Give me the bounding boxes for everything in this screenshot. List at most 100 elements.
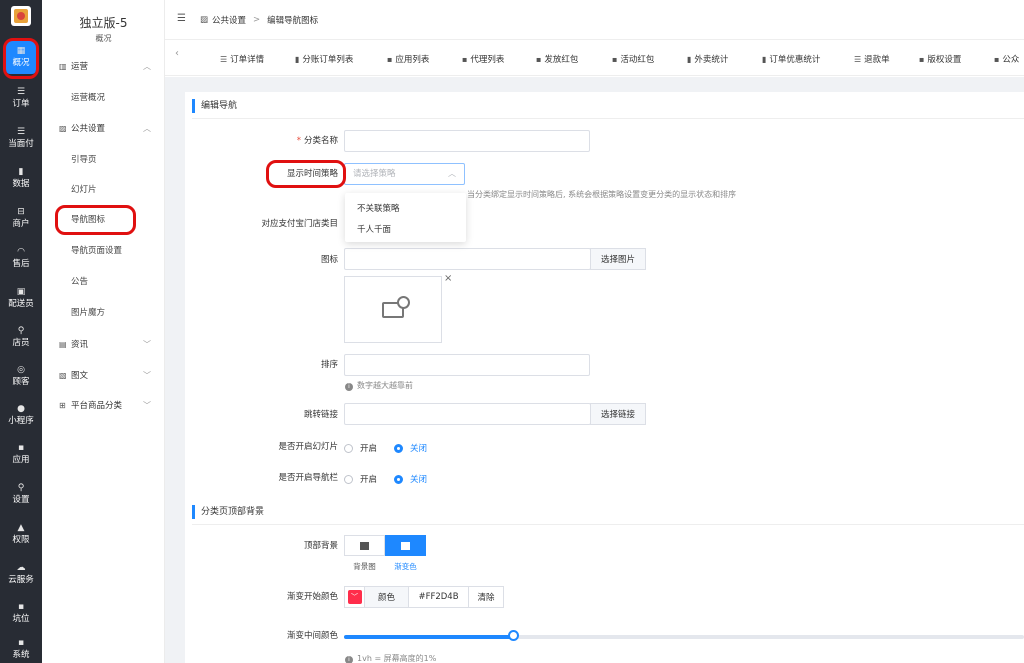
wechat-icon: ▪	[994, 54, 1000, 64]
store-icon: ⊟	[17, 206, 25, 217]
rail-item-orders[interactable]: ☰ 订单	[0, 79, 42, 117]
list-icon: ☰	[16, 126, 26, 137]
image-preview[interactable]	[344, 276, 442, 343]
redpacket-icon: ▪	[536, 54, 542, 64]
rail-item-permission[interactable]: ▲ 权限	[0, 515, 42, 553]
rail-item-settings[interactable]: ⚲ 设置	[0, 475, 42, 513]
chevron-left-icon[interactable]: ‹	[175, 48, 179, 59]
tab-public-account[interactable]: ▪ 公众	[994, 53, 1019, 66]
bg-gradient-option[interactable]	[385, 535, 426, 556]
navbar-on-radio[interactable]: 开启	[344, 473, 377, 485]
rail-item-slot[interactable]: ▪ 坑位	[0, 594, 42, 632]
tab-copyright[interactable]: ▪ 版权设置	[919, 53, 961, 66]
strategy-option-none[interactable]: 不关联策略	[357, 202, 400, 214]
slides-on-radio[interactable]: 开启	[344, 442, 377, 454]
tab-send-redpacket[interactable]: ▪ 发放红包	[536, 53, 578, 66]
article-icon: ▧	[59, 370, 67, 380]
rail-item-clerk[interactable]: ⚲ 店员	[0, 318, 42, 356]
sidebar-item-ops-overview[interactable]: 运营概况	[71, 91, 105, 105]
rail-item-system[interactable]: ▪ 系统	[0, 630, 42, 663]
navbar-toggle-label: 是否开启导航栏	[278, 473, 338, 483]
highlight-nav-icon	[55, 205, 136, 235]
color-swatch[interactable]: ﹀	[345, 587, 365, 607]
rail-item-courier[interactable]: ▣ 配送员	[0, 279, 42, 317]
choose-image-button[interactable]: 选择图片	[590, 248, 646, 270]
rail-item-data[interactable]: ▮ 数据	[0, 159, 42, 197]
tab-takeout-stats[interactable]: ▮ 外卖统计	[687, 53, 728, 66]
link-input[interactable]	[344, 403, 591, 425]
slides-off-radio[interactable]: 关闭	[394, 442, 427, 454]
icon-url-input[interactable]	[344, 248, 591, 270]
sidebar-item-nav-page[interactable]: 导航页面设置	[71, 244, 122, 258]
slides-toggle-label: 是否开启幻灯片	[278, 442, 338, 452]
app-logo	[11, 6, 31, 26]
sidebar-group-public[interactable]: ▨ 公共设置 ︿	[59, 120, 151, 136]
strategy-hint: 当分类绑定显示时间策略后, 系统会根据策略设置变更分类的显示状态和排序	[467, 190, 737, 199]
breadcrumb-public[interactable]: 公共设置	[212, 14, 246, 26]
users-icon: ⚲	[17, 325, 25, 336]
divider	[192, 118, 1024, 119]
gradient-middle-slider[interactable]	[344, 635, 1024, 639]
slider-handle[interactable]	[508, 630, 519, 641]
name-label: * 分类名称	[296, 136, 338, 146]
apps-grid-icon: ▪	[387, 54, 393, 64]
alipay-category-label: 对应支付宝门店类目	[261, 219, 338, 229]
bar-chart-icon: ▮	[18, 166, 24, 177]
chevron-up-icon: ︿	[448, 169, 456, 178]
navbar-off-radio[interactable]: 关闭	[394, 473, 427, 485]
sidebar-group-ops[interactable]: ▥ 运营 ︿	[59, 58, 151, 74]
top-bg-toggle	[344, 535, 426, 556]
close-icon[interactable]: ×	[444, 273, 452, 284]
tab-activity-redpacket[interactable]: ▪ 活动红包	[612, 53, 654, 66]
section-title-edit-nav: 编辑导航	[192, 99, 237, 113]
sidebar-item-slides[interactable]: 幻灯片	[71, 183, 97, 197]
tab-order-detail[interactable]: ☰ 订单详情	[220, 53, 264, 66]
sort-input[interactable]	[344, 354, 590, 376]
rail-item-miniapp[interactable]: ● 小程序	[0, 396, 42, 434]
bg-image-option[interactable]	[344, 535, 385, 556]
grid-icon: ⊞	[59, 400, 66, 410]
sidebar-group-article[interactable]: ▧ 图文 ﹀	[59, 367, 151, 383]
news-icon: ▤	[59, 339, 67, 349]
breadcrumb: ▨ 公共设置 > 编辑导航图标	[200, 14, 319, 26]
image-icon	[360, 541, 369, 550]
redpacket-icon: ▪	[612, 54, 618, 64]
sidebar-item-notice[interactable]: 公告	[71, 275, 88, 289]
choose-link-button[interactable]: 选择链接	[590, 403, 646, 425]
image-icon: ▨	[59, 123, 67, 133]
collapse-menu-icon[interactable]: ☰	[177, 13, 186, 24]
chevron-up-icon: ︿	[143, 123, 151, 133]
rail-item-aftersale[interactable]: ◠ 售后	[0, 239, 42, 277]
rail-item-facepay[interactable]: ☰ 当面付	[0, 119, 42, 157]
tab-split-orders[interactable]: ▮ 分账订单列表	[295, 53, 353, 66]
chevron-up-icon: ︿	[143, 61, 151, 71]
bar-chart-icon: ▮	[762, 54, 767, 64]
cloud-icon: ☁	[16, 562, 26, 573]
tab-app-list[interactable]: ▪ 应用列表	[387, 53, 429, 66]
vh-hint: i 1vh = 屏幕高度的1%	[345, 653, 436, 663]
strategy-option-personalized[interactable]: 千人千面	[357, 223, 391, 235]
chevron-down-icon: ﹀	[143, 370, 151, 380]
rail-item-cloud[interactable]: ☁ 云服务	[0, 555, 42, 593]
bar-chart-icon: ▮	[687, 54, 692, 64]
sidebar-item-image-magic[interactable]: 图片魔方	[71, 306, 105, 320]
strategy-select[interactable]: 请选择策略 ︿	[344, 163, 465, 185]
rail-item-customer[interactable]: ◎ 顾客	[0, 357, 42, 395]
users-icon: ▪	[462, 54, 468, 64]
breadcrumb-current: 编辑导航图标	[267, 16, 319, 26]
sidebar-item-guide[interactable]: 引导页	[71, 153, 97, 167]
rail-item-merchant[interactable]: ⊟ 商户	[0, 199, 42, 237]
tab-discount-stats[interactable]: ▮ 订单优惠统计	[762, 53, 820, 66]
tab-refund[interactable]: ☰ 退款单	[854, 53, 890, 66]
tab-agent-list[interactable]: ▪ 代理列表	[462, 53, 504, 66]
sidebar-group-news[interactable]: ▤ 资讯 ﹀	[59, 336, 151, 352]
color-button[interactable]: 颜色	[365, 587, 409, 607]
clear-button[interactable]: 清除	[469, 587, 503, 607]
main-rail: ▦ 概况 ☰ 订单 ☰ 当面付 ▮ 数据 ⊟ 商户 ◠ 售后 ▣ 配送员 ⚲ 店…	[0, 0, 42, 663]
gradient-icon	[401, 541, 410, 550]
rail-item-apps[interactable]: ▪ 应用	[0, 435, 42, 473]
sidebar-group-category[interactable]: ⊞ 平台商品分类 ﹀	[59, 397, 151, 413]
name-input[interactable]	[344, 130, 590, 152]
color-hex-value[interactable]: #FF2D4B	[409, 587, 469, 607]
bar-chart-icon: ▮	[295, 54, 300, 64]
